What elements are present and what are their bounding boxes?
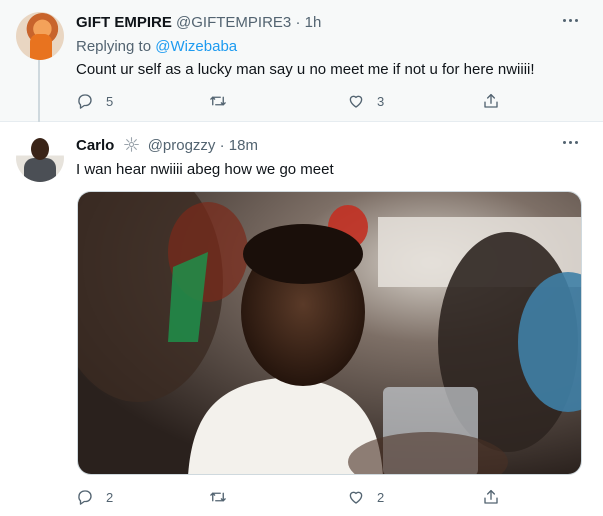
sparkle-badge-icon xyxy=(123,137,139,152)
share-button[interactable] xyxy=(482,91,500,111)
retweet-icon xyxy=(210,492,226,502)
like-button[interactable]: 3 xyxy=(347,91,384,111)
display-name[interactable]: Carlo xyxy=(76,137,114,154)
tweet-media-video[interactable] xyxy=(77,191,582,475)
tweet-carlo[interactable]: Carlo @progzzy · 18m I wan hear nwiiii a… xyxy=(0,122,603,516)
avatar[interactable] xyxy=(16,12,64,60)
video-frame xyxy=(78,192,581,474)
tweet-header: Carlo @progzzy · 18m xyxy=(76,136,258,155)
like-count: 3 xyxy=(377,93,385,109)
tweet-actions: 2 2 xyxy=(76,487,506,507)
avatar[interactable] xyxy=(16,134,64,182)
reply-button[interactable]: 5 xyxy=(76,91,113,111)
thread-connector xyxy=(38,60,40,122)
reply-icon xyxy=(78,94,92,109)
display-name[interactable]: GIFT EMPIRE xyxy=(76,14,172,31)
retweet-icon xyxy=(210,96,226,106)
tweet-gift-empire[interactable]: GIFT EMPIRE @GIFTEMPIRE3 · 1h Replying t… xyxy=(0,0,603,122)
replying-to: Replying to @Wizebaba xyxy=(76,38,237,55)
timestamp[interactable]: 1h xyxy=(305,14,322,31)
share-icon xyxy=(484,489,498,504)
user-handle[interactable]: @progzzy xyxy=(148,137,216,154)
reply-button[interactable]: 2 xyxy=(76,487,113,507)
like-button[interactable]: 2 xyxy=(347,487,384,507)
separator-dot: · xyxy=(219,137,225,154)
heart-icon xyxy=(349,95,363,108)
reply-count: 5 xyxy=(106,93,114,109)
share-button[interactable] xyxy=(482,487,500,507)
tweet-actions: 5 3 xyxy=(76,91,506,111)
tweet-text: I wan hear nwiiii abeg how we go meet xyxy=(76,161,334,178)
share-icon xyxy=(484,93,498,108)
separator-dot: · xyxy=(295,14,301,31)
tweet-header: GIFT EMPIRE @GIFTEMPIRE3 · 1h xyxy=(76,14,321,32)
reply-icon xyxy=(78,490,92,505)
heart-icon xyxy=(349,491,363,504)
retweet-button[interactable] xyxy=(209,91,239,111)
more-icon[interactable] xyxy=(561,16,581,26)
replying-to-label: Replying to xyxy=(76,38,152,55)
replying-to-link[interactable]: @Wizebaba xyxy=(155,38,237,55)
more-icon[interactable] xyxy=(561,138,581,148)
user-handle[interactable]: @GIFTEMPIRE3 xyxy=(176,14,291,31)
retweet-button[interactable] xyxy=(209,487,239,507)
timestamp[interactable]: 18m xyxy=(229,137,258,154)
like-count: 2 xyxy=(377,489,385,505)
reply-count: 2 xyxy=(106,489,114,505)
tweet-text: Count ur self as a lucky man say u no me… xyxy=(76,61,535,78)
